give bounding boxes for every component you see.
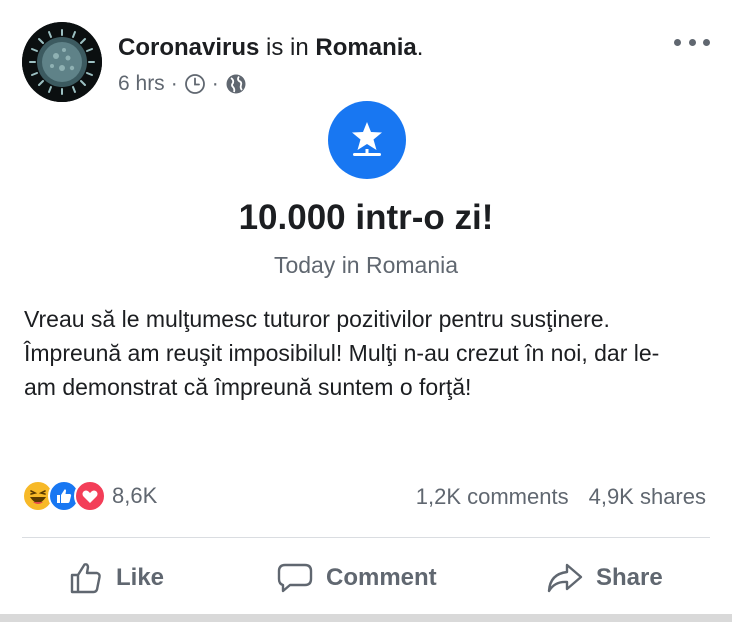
profile-avatar[interactable] [22, 22, 102, 102]
post-body-text: Vreau să le mulţumesc tuturor pozitivilo… [24, 306, 660, 400]
more-options-button[interactable] [674, 28, 710, 56]
share-label: Share [596, 564, 663, 591]
life-event-subtitle: Today in Romania [273, 252, 459, 278]
location-name[interactable]: Romania [315, 34, 416, 61]
reactions-summary[interactable]: 8,6K [22, 480, 157, 512]
shares-count[interactable]: 4,9K shares [589, 484, 706, 510]
feed-separator [0, 614, 732, 622]
clock-icon [184, 74, 205, 94]
engagement-counts: 1,2K comments 4,9K shares [416, 484, 706, 510]
star-milestone-icon [352, 122, 382, 156]
like-label: Like [116, 564, 165, 591]
share-arrow-icon [547, 563, 583, 593]
comment-bubble-icon [277, 563, 313, 593]
reaction-count: 8,6K [112, 483, 158, 508]
post-header-line: Coronavirus is in Romania. [118, 34, 423, 62]
divider [22, 537, 710, 538]
comment-button[interactable]: Comment [276, 556, 437, 600]
header-period: . [416, 34, 424, 61]
more-horizontal-icon-dot [688, 38, 696, 46]
meta-separator-2: · [211, 72, 219, 95]
thumbs-up-icon [70, 563, 101, 594]
comments-count[interactable]: 1,2K comments [416, 484, 569, 510]
life-event-title: 10.000 intr-o zi! [238, 198, 494, 237]
life-event-badge [328, 101, 406, 179]
header-connector: is in [266, 34, 309, 61]
like-button[interactable]: Like [68, 556, 164, 600]
more-horizontal-icon-dot [674, 38, 681, 46]
share-button[interactable]: Share [546, 556, 663, 600]
author-name[interactable]: Coronavirus [118, 34, 259, 61]
facebook-post: Coronavirus is in Romania. 6 hrs · · 10.… [0, 0, 732, 622]
meta-separator: · [170, 72, 178, 95]
comment-label: Comment [326, 564, 437, 591]
globe-icon[interactable] [225, 73, 247, 95]
post-meta: 6 hrs · · [118, 72, 247, 96]
more-horizontal-icon-dot [703, 38, 710, 46]
post-time[interactable]: 6 hrs [118, 72, 165, 96]
virus-avatar-image [22, 22, 102, 102]
love-reaction-icon [74, 480, 106, 512]
